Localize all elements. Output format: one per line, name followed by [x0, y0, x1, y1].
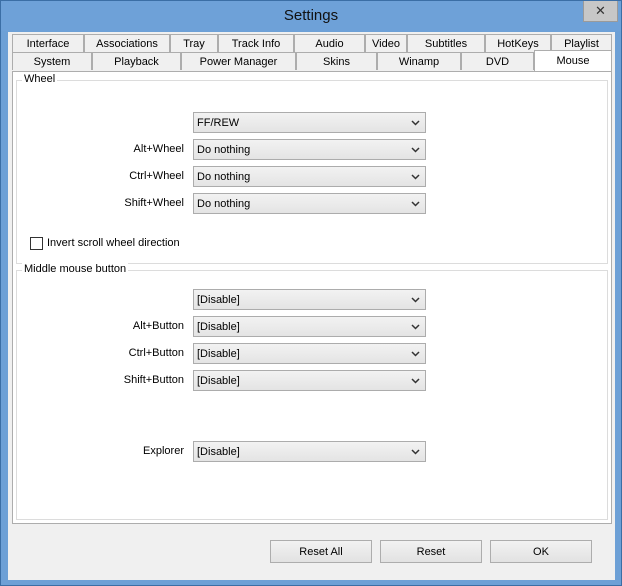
tab-associations[interactable]: Associations: [84, 34, 170, 52]
tab-subtitles[interactable]: Subtitles: [407, 34, 485, 52]
tab-power-manager[interactable]: Power Manager: [181, 52, 296, 70]
chevron-down-icon: [411, 147, 420, 153]
chevron-down-icon: [411, 324, 420, 330]
chevron-down-icon: [411, 201, 420, 207]
chevron-down-icon: [411, 378, 420, 384]
ctrl-wheel-label: Ctrl+Wheel: [129, 170, 184, 182]
combo-value: Do nothing: [197, 197, 251, 210]
window-title: Settings: [283, 7, 339, 24]
wheel-action-select[interactable]: FF/REW: [193, 112, 426, 133]
combo-value: Do nothing: [197, 143, 251, 156]
tab-audio[interactable]: Audio: [294, 34, 365, 52]
tab-skins[interactable]: Skins: [296, 52, 377, 70]
tab-track-info[interactable]: Track Info: [218, 34, 294, 52]
title-bar: Settings ✕: [1, 1, 621, 31]
ctrl-wheel-select[interactable]: Do nothing: [193, 166, 426, 187]
chevron-down-icon: [411, 120, 420, 126]
middle-button-group-title: Middle mouse button: [22, 263, 129, 275]
client-area: Interface Associations Tray Track Info A…: [8, 32, 615, 580]
ok-button[interactable]: OK: [490, 540, 592, 563]
alt-button-label: Alt+Button: [132, 320, 184, 332]
ctrl-button-label: Ctrl+Button: [128, 347, 184, 359]
chevron-down-icon: [411, 297, 420, 303]
reset-button[interactable]: Reset: [380, 540, 482, 563]
combo-value: [Disable]: [197, 445, 240, 458]
close-button[interactable]: ✕: [583, 1, 618, 22]
shift-button-label: Shift+Button: [123, 374, 184, 386]
tab-dvd[interactable]: DVD: [461, 52, 534, 70]
invert-scroll-checkbox[interactable]: [30, 237, 43, 250]
tab-tray[interactable]: Tray: [170, 34, 218, 52]
combo-value: Do nothing: [197, 170, 251, 183]
invert-scroll-label[interactable]: Invert scroll wheel direction: [47, 237, 180, 249]
combo-value: [Disable]: [197, 293, 240, 306]
alt-wheel-label: Alt+Wheel: [133, 143, 184, 155]
combo-value: [Disable]: [197, 374, 240, 387]
mouse-settings-panel: Wheel FF/REW Alt+Wheel Do nothing Ctrl+W…: [12, 71, 612, 524]
shift-wheel-label: Shift+Wheel: [124, 197, 184, 209]
reset-all-button[interactable]: Reset All: [270, 540, 372, 563]
combo-value: FF/REW: [197, 116, 240, 129]
middle-button-select[interactable]: [Disable]: [193, 289, 426, 310]
explorer-label: Explorer: [143, 445, 184, 457]
alt-button-select[interactable]: [Disable]: [193, 316, 426, 337]
shift-wheel-select[interactable]: Do nothing: [193, 193, 426, 214]
shift-button-select[interactable]: [Disable]: [193, 370, 426, 391]
combo-value: [Disable]: [197, 320, 240, 333]
tab-winamp[interactable]: Winamp: [377, 52, 461, 70]
explorer-select[interactable]: [Disable]: [193, 441, 426, 462]
tab-system[interactable]: System: [12, 52, 92, 70]
ctrl-button-select[interactable]: [Disable]: [193, 343, 426, 364]
tab-video[interactable]: Video: [365, 34, 407, 52]
settings-window: Settings ✕ Interface Associations Tray T…: [0, 0, 622, 586]
alt-wheel-select[interactable]: Do nothing: [193, 139, 426, 160]
chevron-down-icon: [411, 449, 420, 455]
combo-value: [Disable]: [197, 347, 240, 360]
chevron-down-icon: [411, 174, 420, 180]
close-icon: ✕: [595, 3, 606, 18]
tab-mouse[interactable]: Mouse: [534, 50, 612, 71]
middle-button-group: Middle mouse button [Disable] Alt+Button…: [16, 263, 608, 520]
chevron-down-icon: [411, 351, 420, 357]
wheel-group: Wheel FF/REW Alt+Wheel Do nothing Ctrl+W…: [16, 73, 608, 264]
tab-playback[interactable]: Playback: [92, 52, 181, 70]
tab-interface[interactable]: Interface: [12, 34, 84, 52]
wheel-group-title: Wheel: [22, 73, 58, 85]
